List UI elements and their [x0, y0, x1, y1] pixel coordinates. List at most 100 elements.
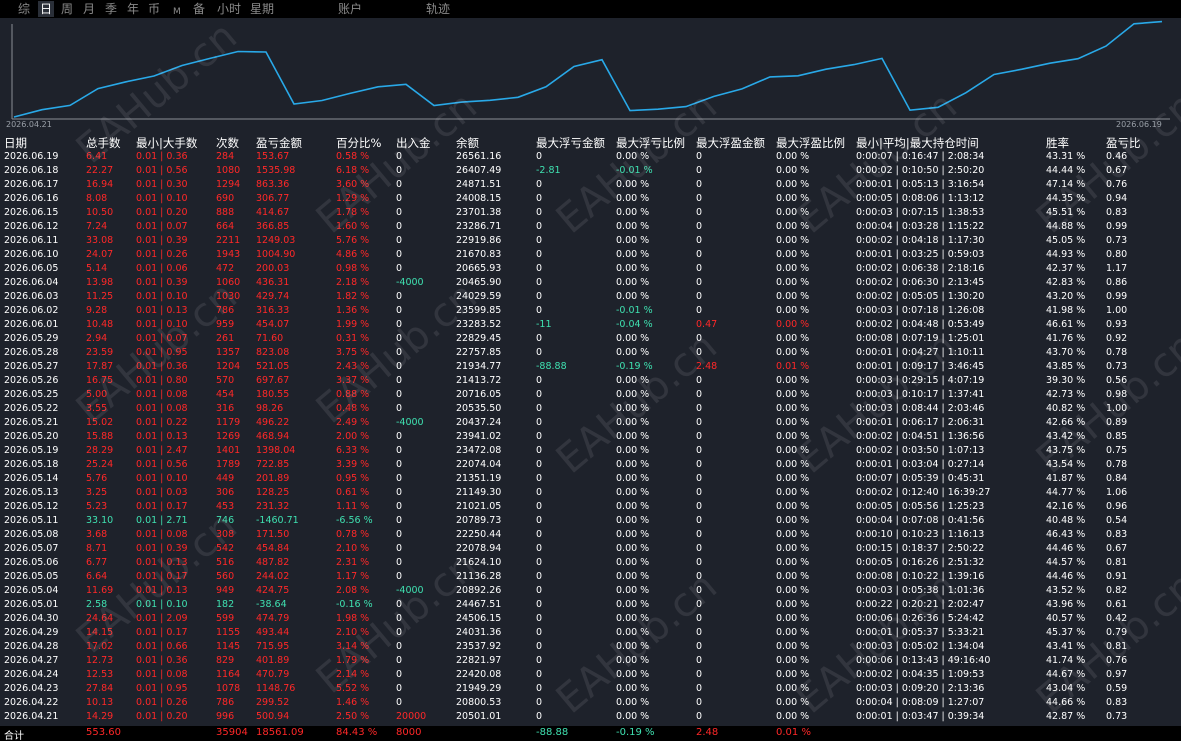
table-row[interactable]: 2026.05.13 3.25 0.01 | 0.03 306 128.25 0.61 %…	[0, 486, 1181, 500]
cell-8: 0	[536, 655, 543, 666]
total-max-float-profit-pct: 0.01 %	[776, 727, 811, 738]
table-row[interactable]: 2026.04.29 14.15 0.01 | 0.17 1155 493.44 2.10…	[0, 626, 1181, 640]
column-header-7[interactable]: 余额	[456, 135, 479, 151]
table-row[interactable]: 2026.06.11 33.08 0.01 | 0.39 2211 1249.03 5.7…	[0, 234, 1181, 248]
cell-7: 21351.19	[456, 473, 502, 484]
table-row[interactable]: 2026.05.04 11.69 0.01 | 0.13 949 424.75 2.08 …	[0, 584, 1181, 598]
table-row[interactable]: 2026.05.21 15.02 0.01 | 0.22 1179 496.22 2.49…	[0, 416, 1181, 430]
table-row[interactable]: 2026.06.18 22.27 0.01 | 0.56 1080 1535.98 6.1…	[0, 164, 1181, 178]
column-header-0[interactable]: 日期	[4, 135, 27, 151]
tab-9[interactable]: 小时	[217, 1, 241, 17]
table-row[interactable]: 2026.04.24 12.53 0.01 | 0.08 1164 470.79 2.14…	[0, 668, 1181, 682]
column-header-12[interactable]: 最小|平均|最大持仓时间	[856, 135, 979, 151]
table-row[interactable]: 2026.05.07 8.71 0.01 | 0.39 542 454.84 2.10 %…	[0, 542, 1181, 556]
cell-9: 0.00 %	[616, 683, 650, 694]
table-row[interactable]: 2026.04.30 24.64 0.01 | 2.09 599 474.79 1.98 …	[0, 612, 1181, 626]
cell-8: 0	[536, 221, 543, 232]
cell-5: 0.78 %	[336, 529, 370, 540]
table-row[interactable]: 2026.06.04 13.98 0.01 | 0.39 1060 436.31 2.18…	[0, 276, 1181, 290]
table-row[interactable]: 2026.05.25 5.00 0.01 | 0.08 454 180.55 0.88 %…	[0, 388, 1181, 402]
table-row[interactable]: 2026.05.27 17.87 0.01 | 0.36 1204 521.05 2.43…	[0, 360, 1181, 374]
table-row[interactable]: 2026.05.05 6.64 0.01 | 0.17 560 244.02 1.17 %…	[0, 570, 1181, 584]
tab-10[interactable]: 星期	[250, 1, 274, 17]
cell-2: 0.01 | 0.39	[136, 235, 188, 246]
table-row[interactable]: 2026.06.01 10.48 0.01 | 0.10 959 454.07 1.99 …	[0, 318, 1181, 332]
table-row[interactable]: 2026.05.29 2.94 0.01 | 0.07 261 71.60 0.31 % 0…	[0, 332, 1181, 346]
column-header-3[interactable]: 次数	[216, 135, 239, 151]
table-row[interactable]: 2026.05.12 5.23 0.01 | 0.17 453 231.32 1.11 %…	[0, 500, 1181, 514]
tab-4[interactable]: 季	[105, 1, 117, 17]
table-row[interactable]: 2026.05.11 33.10 0.01 | 2.71 746 -1460.71 -6.…	[0, 514, 1181, 528]
column-header-6[interactable]: 出入金	[396, 135, 431, 151]
cell-4: 98.26	[256, 403, 284, 414]
table-row[interactable]: 2026.05.14 5.76 0.01 | 0.10 449 201.89 0.95 %…	[0, 472, 1181, 486]
table-row[interactable]: 2026.06.12 7.24 0.01 | 0.07 664 366.85 1.60 %…	[0, 220, 1181, 234]
table-row[interactable]: 2026.05.08 3.68 0.01 | 0.08 308 171.50 0.78 %…	[0, 528, 1181, 542]
cell-3: 182	[216, 599, 235, 610]
tab-6[interactable]: 币	[148, 1, 160, 17]
table-row[interactable]: 2026.04.21 14.29 0.01 | 0.20 996 500.94 2.50 …	[0, 710, 1181, 724]
table-row[interactable]: 2026.06.17 16.94 0.01 | 0.30 1294 863.36 3.60…	[0, 178, 1181, 192]
cell-2: 0.01 | 0.39	[136, 543, 188, 554]
column-header-14[interactable]: 盈亏比	[1106, 135, 1141, 151]
table-row[interactable]: 2026.05.19 28.29 0.01 | 2.47 1401 1398.04 6.3…	[0, 444, 1181, 458]
cell-0: 2026.05.18	[4, 459, 59, 470]
cell-12: 0:00:05 | 0:05:56 | 1:25:23	[856, 501, 985, 512]
cell-4: 500.94	[256, 711, 290, 722]
tab-8[interactable]: 备	[193, 1, 205, 17]
table-row[interactable]: 2026.04.27 12.73 0.01 | 0.36 829 401.89 1.79 …	[0, 654, 1181, 668]
table-row[interactable]: 2026.06.16 8.08 0.01 | 0.10 690 306.77 1.29 %…	[0, 192, 1181, 206]
column-header-4[interactable]: 盈亏金额	[256, 135, 302, 151]
table-row[interactable]: 2026.06.02 9.28 0.01 | 0.13 786 316.33 1.36 %…	[0, 304, 1181, 318]
tab-0[interactable]: 综	[18, 1, 30, 17]
tab-5[interactable]: 年	[127, 1, 139, 17]
cell-2: 0.01 | 0.66	[136, 641, 188, 652]
column-header-9[interactable]: 最大浮亏比例	[616, 135, 685, 151]
table-row[interactable]: 2026.06.03 11.25 0.01 | 0.10 1030 429.74 1.82…	[0, 290, 1181, 304]
cell-2: 0.01 | 2.09	[136, 613, 188, 624]
table-row[interactable]: 2026.05.06 6.77 0.01 | 0.13 516 487.82 2.31 %…	[0, 556, 1181, 570]
column-header-13[interactable]: 胜率	[1046, 135, 1069, 151]
table-row[interactable]: 2026.05.20 15.88 0.01 | 0.13 1269 468.94 2.00…	[0, 430, 1181, 444]
cell-8: 0	[536, 151, 543, 162]
cell-10: 0	[696, 627, 703, 638]
cell-10: 2.48	[696, 361, 718, 372]
table-header-row: 日期 总手数 最小|大手数 次数 盈亏金额 百分比% 出入金 余额 最大浮亏金额 最大浮亏比例 最大…	[0, 134, 1181, 150]
column-header-1[interactable]: 总手数	[86, 135, 121, 151]
cell-14: 0.99	[1106, 221, 1128, 232]
tab-12[interactable]: 轨迹	[426, 1, 450, 17]
tab-3[interactable]: 月	[83, 1, 95, 17]
table-row[interactable]: 2026.05.26 16.75 0.01 | 0.80 570 697.67 3.37 …	[0, 374, 1181, 388]
table-row[interactable]: 2026.05.18 25.24 0.01 | 0.56 1789 722.85 3.39…	[0, 458, 1181, 472]
table-row[interactable]: 2026.05.22 3.55 0.01 | 0.08 316 98.26 0.48 % 0…	[0, 402, 1181, 416]
column-header-11[interactable]: 最大浮盈比例	[776, 135, 845, 151]
cell-6: 0	[396, 459, 403, 470]
tab-11[interactable]: 账户	[338, 1, 362, 17]
cell-3: 454	[216, 389, 235, 400]
table-row[interactable]: 2026.06.10 24.07 0.01 | 0.26 1943 1004.90 4.8…	[0, 248, 1181, 262]
cell-9: 0.00 %	[616, 263, 650, 274]
table-row[interactable]: 2026.06.05 5.14 0.01 | 0.06 472 200.03 0.98 %…	[0, 262, 1181, 276]
table-row[interactable]: 2026.05.01 2.58 0.01 | 0.10 182 -38.64 -0.16 …	[0, 598, 1181, 612]
cell-8: -2.81	[536, 165, 561, 176]
column-header-2[interactable]: 最小|大手数	[136, 135, 197, 151]
tab-2[interactable]: 周	[61, 1, 73, 17]
table-row[interactable]: 2026.04.22 10.13 0.01 | 0.26 786 299.52 1.46 …	[0, 696, 1181, 710]
column-header-10[interactable]: 最大浮盈金额	[696, 135, 765, 151]
cell-13: 46.43 %	[1046, 529, 1086, 540]
table-row[interactable]: 2026.06.19 6.41 0.01 | 0.36 284 153.67 0.58 %…	[0, 150, 1181, 164]
table-row[interactable]: 2026.05.28 23.59 0.01 | 0.95 1357 823.08 3.75…	[0, 346, 1181, 360]
tab-1[interactable]: 日	[38, 1, 55, 17]
table-row[interactable]: 2026.04.23 27.84 0.01 | 0.95 1078 1148.76 5.5…	[0, 682, 1181, 696]
cell-13: 44.46 %	[1046, 571, 1086, 582]
cell-8: 0	[536, 543, 543, 554]
column-header-5[interactable]: 百分比%	[336, 135, 381, 151]
cell-8: 0	[536, 557, 543, 568]
column-header-8[interactable]: 最大浮亏金额	[536, 135, 605, 151]
cell-12: 0:00:03 | 0:05:02 | 1:34:04	[856, 641, 985, 652]
cell-2: 0.01 | 0.26	[136, 697, 188, 708]
cell-3: 1060	[216, 277, 241, 288]
table-row[interactable]: 2026.04.28 17.02 0.01 | 0.66 1145 715.95 3.14…	[0, 640, 1181, 654]
cell-13: 41.74 %	[1046, 655, 1086, 666]
table-row[interactable]: 2026.06.15 10.50 0.01 | 0.20 888 414.67 1.78 …	[0, 206, 1181, 220]
